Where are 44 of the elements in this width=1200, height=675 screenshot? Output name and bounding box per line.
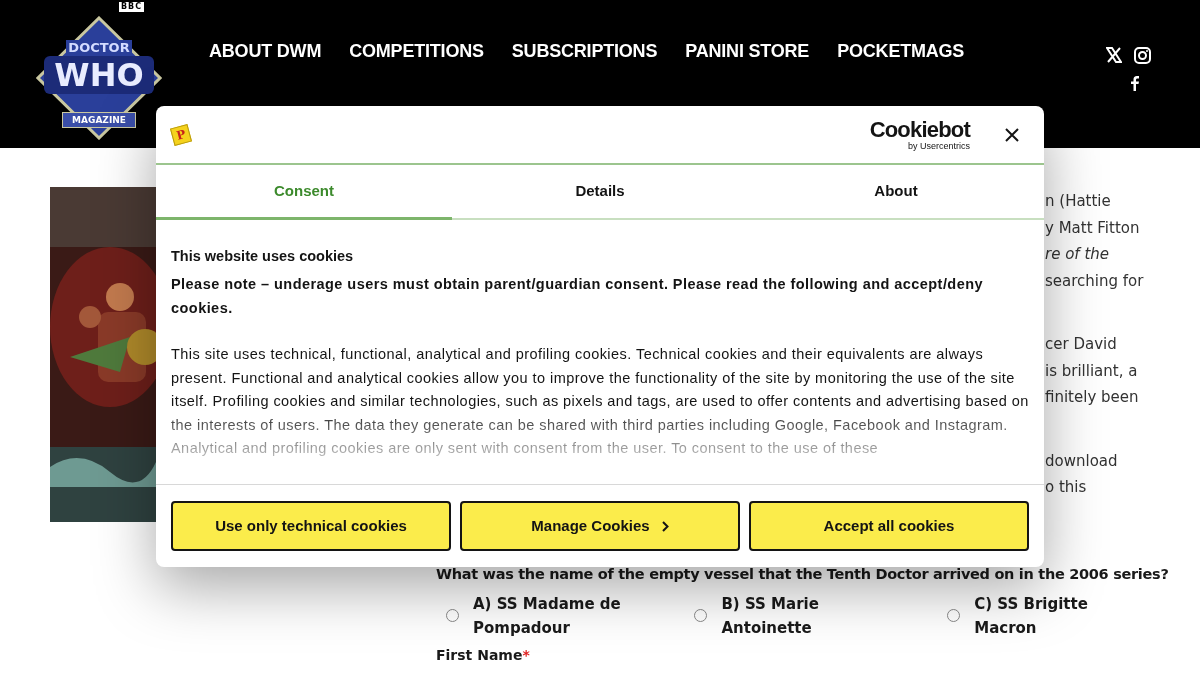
nav-link[interactable]: COMPETITIONS: [349, 38, 484, 64]
article-text: re of the: [1045, 244, 1110, 265]
nav-link[interactable]: PANINI STORE: [685, 38, 810, 64]
field-label: First Name: [436, 645, 523, 664]
consent-button[interactable]: Use only technical cookies: [171, 501, 451, 551]
cookiebot-tagline: by Usercentrics: [908, 140, 970, 151]
x-logo-icon[interactable]: [1105, 47, 1122, 63]
option-label: A) SS Madame de Pompadour: [473, 593, 622, 639]
chevron-right-icon: [661, 520, 669, 532]
bbc-logo-text: BBC: [119, 2, 145, 12]
dialog-title: This website uses cookies: [171, 247, 355, 266]
nav-link[interactable]: POCKETMAGS: [837, 38, 965, 64]
radio-button[interactable]: [446, 609, 459, 622]
logo-text: WHO: [44, 56, 154, 94]
article-text: finitely been: [1045, 387, 1140, 408]
cookie-description: This site uses technical, functional, analytical and profiling cookies. Technical cookies and their equivalents are always present. Functional and analytical cookies allow you to improve the functionality of the site by monitoring the use of the site itself. Profiling cookies and similar technologies, such as pixels and tags, are used to offer contents and advertising based on the interests of users. The data they generate can be shared with third parties including Google, Facebook and Instagram. Analytical and profiling cookies are only sent with consent from the user. To consent to the use of these: [171, 345, 1029, 459]
article-text: download: [1045, 450, 1119, 472]
tab[interactable]: About: [748, 165, 1044, 220]
article-text: searching for: [1045, 270, 1145, 292]
option-label: B) SS Marie Antoinette: [721, 593, 820, 639]
tab[interactable]: Details: [452, 165, 748, 220]
logo-text: MAGAZINE: [62, 112, 136, 128]
article-text: cer David: [1045, 334, 1118, 355]
close-icon: [1005, 127, 1019, 142]
publisher-logo: P: [170, 123, 192, 146]
required-mark: *: [522, 645, 530, 664]
article-text: o this: [1045, 477, 1088, 498]
consent-button[interactable]: Accept all cookies: [749, 501, 1029, 551]
consent-button[interactable]: Manage Cookies: [460, 501, 740, 551]
radio-button[interactable]: [947, 609, 961, 622]
nav-link[interactable]: ABOUT DWM: [209, 38, 322, 64]
tab[interactable]: Consent: [156, 165, 452, 220]
cookiebot-logo-text: Cookiebot: [869, 118, 970, 141]
radio-button[interactable]: [694, 609, 708, 622]
facebook-icon[interactable]: [1131, 76, 1139, 91]
camera-icon[interactable]: [1133, 47, 1151, 64]
logo-text: DOCTOR: [66, 40, 132, 55]
article-text: y Matt Fitton: [1045, 217, 1141, 239]
article-text: n (Hattie: [1045, 191, 1112, 212]
age-notice: Please note – underage users must obtain parent/guardian consent. Please read the following and accept/deny cookies.: [171, 275, 984, 318]
article-text: is brilliant, a: [1045, 360, 1139, 382]
option-label: C) SS Brigitte Macron: [974, 593, 1089, 639]
quiz-question: What was the name of the empty vessel that the Tenth Doctor arrived on in the 2006 series?: [436, 564, 1170, 584]
nav-link[interactable]: SUBSCRIPTIONS: [511, 38, 658, 64]
